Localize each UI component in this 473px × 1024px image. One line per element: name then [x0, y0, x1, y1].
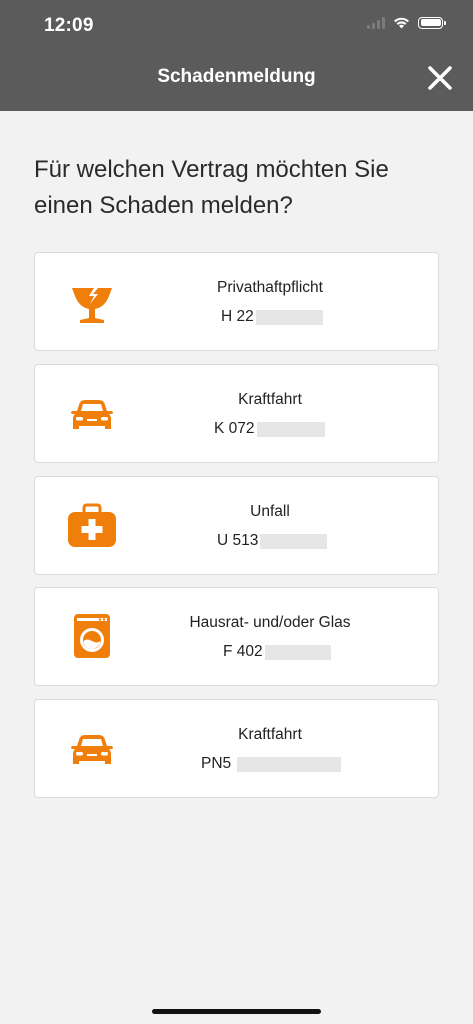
status-icons — [367, 16, 446, 29]
car-icon — [71, 400, 113, 429]
contract-number: U 513 — [217, 532, 328, 550]
car-icon — [71, 735, 113, 764]
first-aid-kit-icon — [68, 503, 116, 547]
question-heading: Für welchen Vertrag möchten Sie einen Sc… — [34, 156, 389, 219]
washing-machine-icon — [74, 614, 110, 658]
contract-card-kraftfahrt-2[interactable]: Kraftfahrt PN5 — [34, 699, 439, 798]
redacted-block — [237, 756, 342, 772]
contract-label: Privathaftpflicht — [217, 279, 323, 296]
wifi-icon — [394, 17, 409, 29]
contract-label: Kraftfahrt — [238, 726, 302, 743]
broken-glass-icon — [72, 288, 112, 323]
contract-number-text: U 513 — [217, 532, 259, 549]
contract-number-text: PN5 — [201, 755, 232, 772]
contract-label: Unfall — [250, 503, 290, 520]
contract-card-hausrat[interactable]: Hausrat- und/oder Glas F 402 — [34, 587, 439, 686]
home-indicator[interactable] — [152, 1009, 321, 1014]
contract-card-privathaftpflicht[interactable]: Privathaftpflicht H 22 — [34, 252, 439, 351]
contract-number: F 402 — [223, 643, 331, 661]
page-title: Schadenmeldung — [157, 66, 316, 87]
contract-number: K 072 — [214, 420, 325, 438]
cellular-signal-icon — [367, 16, 385, 29]
status-time: 12:09 — [44, 15, 94, 36]
contract-number-text: H 22 — [221, 308, 254, 325]
battery-icon — [418, 16, 446, 29]
contract-number-text: K 072 — [214, 420, 255, 437]
contract-number: H 22 — [221, 308, 323, 326]
contract-number-text: F 402 — [223, 643, 263, 660]
contract-label: Hausrat- und/oder Glas — [189, 614, 351, 631]
contract-card-kraftfahrt[interactable]: Kraftfahrt K 072 — [34, 364, 439, 463]
close-icon[interactable] — [424, 62, 456, 94]
redacted-block — [260, 533, 328, 549]
redacted-block — [256, 421, 325, 437]
contract-label: Kraftfahrt — [238, 391, 302, 408]
contract-card-unfall[interactable]: Unfall U 513 — [34, 476, 439, 575]
redacted-block — [255, 309, 323, 325]
header-bar: 12:09 Schadenmeldung — [0, 0, 473, 111]
redacted-block — [264, 644, 331, 660]
contract-number: PN5 — [201, 755, 342, 773]
